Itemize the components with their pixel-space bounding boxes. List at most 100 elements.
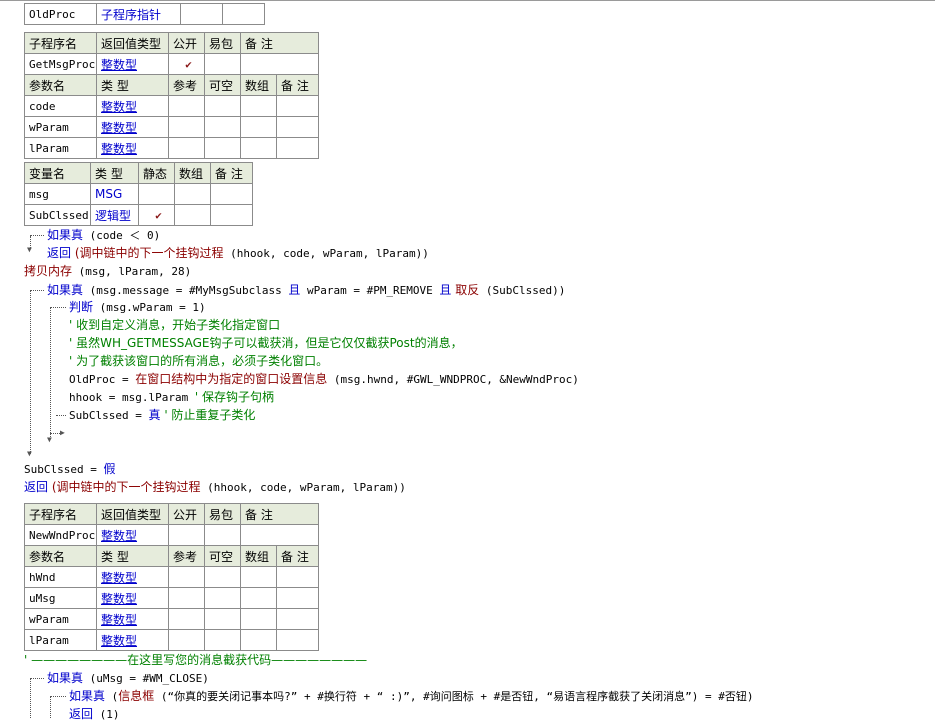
param-type-cell[interactable]: 整数型: [96, 95, 169, 117]
empty-cell[interactable]: [275, 629, 320, 651]
param-type-cell[interactable]: 整数型: [96, 137, 169, 159]
var-name-cell[interactable]: msg: [24, 183, 91, 205]
header-param-name: 参数名: [24, 545, 97, 567]
static-check-icon[interactable]: ✔: [138, 204, 175, 226]
empty-cell[interactable]: [240, 629, 277, 651]
var-type-cell[interactable]: 逻辑型: [90, 204, 139, 226]
empty-cell[interactable]: [240, 587, 277, 609]
code-line-hhook[interactable]: hhook = msg.lParam ' 保存钩子句柄: [69, 389, 274, 405]
empty-cell[interactable]: [275, 566, 320, 588]
var-name-cell[interactable]: SubClssed: [24, 204, 91, 226]
empty-cell[interactable]: [275, 587, 320, 609]
code-text: (hhook, code, wParam, lParam)): [200, 481, 406, 494]
empty-cell[interactable]: [239, 53, 320, 75]
code-line-copy-memory[interactable]: 拷贝内存 (msg, lParam, 28): [24, 263, 191, 279]
empty-cell[interactable]: [204, 629, 241, 651]
sub-name-cell[interactable]: NewWndProc: [24, 524, 97, 546]
comment-line[interactable]: ' 虽然WH_GETMESSAGE钩子可以截获消，但是它仅仅截获Post的消息，: [69, 335, 463, 351]
param-name-cell[interactable]: code: [24, 95, 97, 117]
empty-cell[interactable]: [239, 524, 320, 546]
empty-cell[interactable]: [240, 566, 277, 588]
sub-return-type-cell[interactable]: 整数型: [96, 53, 169, 75]
empty-cell[interactable]: [275, 137, 320, 159]
header-static: 静态: [138, 162, 175, 184]
empty-cell[interactable]: [204, 95, 241, 117]
empty-cell[interactable]: [168, 137, 205, 159]
param-name-cell[interactable]: lParam: [24, 629, 97, 651]
param-type-cell[interactable]: 整数型: [96, 116, 169, 138]
code-line-if-msgbox[interactable]: 如果真 (信息框 (“你真的要关闭记事本吗?” + #换行符 + “ :)”, …: [69, 688, 753, 704]
code-text: (“你真的要关闭记事本吗?” + #换行符 + “ :)”, #询问图标 + #…: [154, 690, 754, 703]
code-line-judge[interactable]: 判断 (msg.wParam = 1): [69, 299, 206, 315]
code-line-if-message[interactable]: 如果真 (msg.message = #MyMsgSubclass 且 wPar…: [47, 282, 565, 298]
empty-cell[interactable]: [222, 3, 265, 25]
code-line-subclassed-true[interactable]: SubClssed = 真 ' 防止重复子类化: [69, 407, 255, 423]
empty-cell[interactable]: [275, 608, 320, 630]
empty-cell[interactable]: [240, 608, 277, 630]
code-line-return-1[interactable]: 返回 (1): [69, 706, 120, 722]
empty-cell[interactable]: [174, 204, 211, 226]
sub-name-cell[interactable]: GetMsgProc: [24, 53, 97, 75]
empty-cell[interactable]: [240, 95, 277, 117]
static-cell[interactable]: [138, 183, 175, 205]
comment-line[interactable]: ' 收到自定义消息，开始子类化指定窗口: [69, 317, 280, 333]
comment-line[interactable]: ' 为了截获该窗口的所有消息，必须子类化窗口。: [69, 353, 328, 369]
param-name-cell[interactable]: uMsg: [24, 587, 97, 609]
function-name: 拷贝内存: [24, 264, 73, 278]
empty-cell[interactable]: [168, 608, 205, 630]
empty-cell[interactable]: [168, 566, 205, 588]
empty-cell[interactable]: [204, 53, 241, 75]
keyword: 且: [288, 283, 301, 297]
empty-cell[interactable]: [168, 116, 205, 138]
empty-cell[interactable]: [204, 587, 241, 609]
param-name-cell[interactable]: wParam: [24, 608, 97, 630]
empty-cell[interactable]: [210, 183, 253, 205]
param-name-cell[interactable]: lParam: [24, 137, 97, 159]
comment-line-separator[interactable]: ' ————————在这里写您的消息截获代码————————: [24, 652, 367, 668]
param-type-cell[interactable]: 整数型: [96, 629, 169, 651]
header-sub-name: 子程序名: [24, 503, 97, 525]
header-easypack: 易包: [204, 32, 241, 54]
function-name: 信息框: [118, 689, 155, 703]
empty-cell[interactable]: [204, 116, 241, 138]
code-line-subclassed-false[interactable]: SubClssed = 假: [24, 461, 116, 477]
public-check-icon[interactable]: ✔: [168, 53, 205, 75]
empty-cell[interactable]: [275, 95, 320, 117]
code-text: (uMsg = #WM_CLOSE): [83, 672, 209, 685]
empty-cell[interactable]: [168, 95, 205, 117]
var-type-cell[interactable]: 子程序指针: [96, 3, 181, 25]
function-name: (调中链中的下一个挂钩过程: [71, 246, 224, 260]
code-line-if-close[interactable]: 如果真 (uMsg = #WM_CLOSE): [47, 670, 209, 686]
empty-cell[interactable]: [240, 116, 277, 138]
param-name-cell[interactable]: wParam: [24, 116, 97, 138]
empty-cell[interactable]: [204, 524, 241, 546]
code-line-return[interactable]: 返回 (调中链中的下一个挂钩过程 (hhook, code, wParam, l…: [47, 245, 429, 261]
empty-cell[interactable]: [204, 566, 241, 588]
var-name-cell[interactable]: OldProc: [24, 3, 97, 25]
empty-cell[interactable]: [174, 183, 211, 205]
param-name-cell[interactable]: hWnd: [24, 566, 97, 588]
header-return-type: 返回值类型: [96, 503, 169, 525]
empty-cell[interactable]: [168, 524, 205, 546]
param-type-cell[interactable]: 整数型: [96, 587, 169, 609]
empty-cell[interactable]: [210, 204, 253, 226]
param-type-cell[interactable]: 整数型: [96, 566, 169, 588]
flow-arrow-icon: ▼: [27, 245, 32, 254]
empty-cell[interactable]: [275, 116, 320, 138]
flow-line: [56, 415, 66, 416]
code-line-set-window-info[interactable]: OldProc = 在窗口结构中为指定的窗口设置信息 (msg.hwnd, #G…: [69, 371, 579, 387]
empty-cell[interactable]: [240, 137, 277, 159]
code-line-return-final[interactable]: 返回 (调中链中的下一个挂钩过程 (hhook, code, wParam, l…: [24, 479, 406, 495]
empty-cell[interactable]: [204, 137, 241, 159]
code-line-if-code[interactable]: 如果真 (code ＜ 0): [47, 227, 160, 243]
param-type-cell[interactable]: 整数型: [96, 608, 169, 630]
header-public: 公开: [168, 32, 205, 54]
empty-cell[interactable]: [204, 608, 241, 630]
empty-cell[interactable]: [180, 3, 223, 25]
code-text: (code ＜ 0): [83, 229, 161, 242]
empty-cell[interactable]: [168, 629, 205, 651]
var-type-cell[interactable]: MSG: [90, 183, 139, 205]
sub-return-type-cell[interactable]: 整数型: [96, 524, 169, 546]
empty-cell[interactable]: [168, 587, 205, 609]
flow-line: [50, 696, 51, 718]
